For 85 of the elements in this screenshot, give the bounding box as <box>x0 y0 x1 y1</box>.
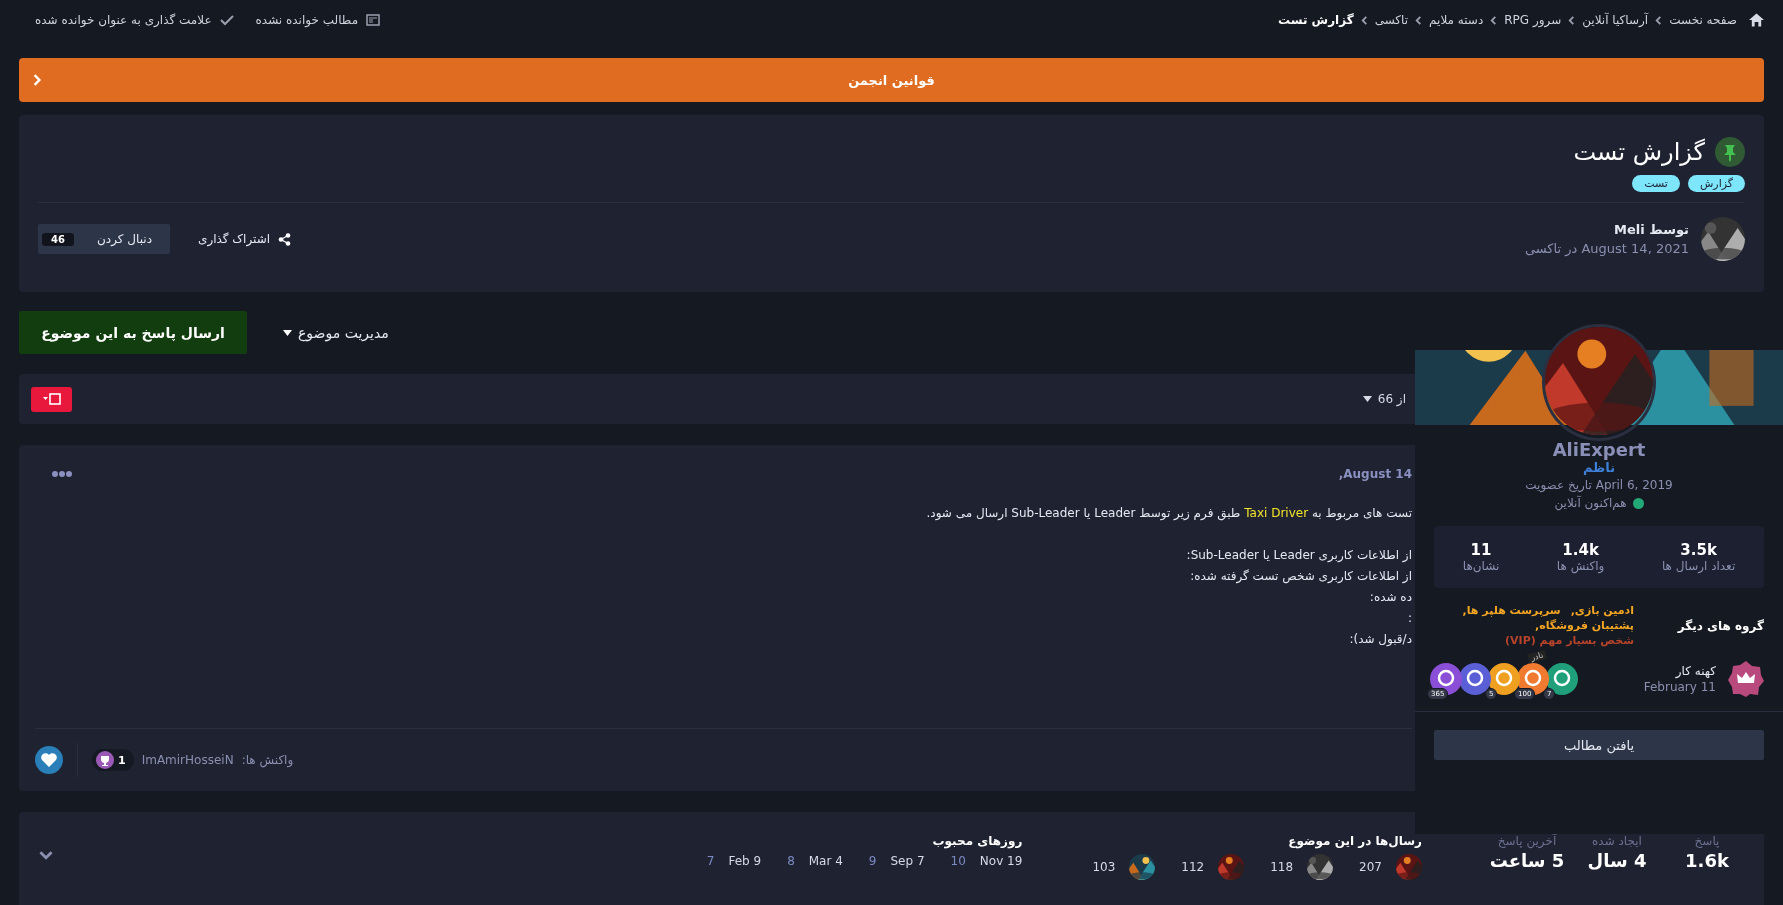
stat-value: 1.4k <box>1562 541 1599 559</box>
breadcrumb-link[interactable]: گزارش تست <box>1278 13 1354 27</box>
checkbox-caret-icon <box>42 393 61 405</box>
toolbar-link[interactable]: مطالب خوانده نشده <box>255 13 359 27</box>
reactor-name[interactable]: ImAmirHosseiN <box>141 753 234 767</box>
rank-date: February 11 <box>1643 680 1716 694</box>
post-text: از اطلاعات کاربری Leader یا Sub-Leader: <box>1185 547 1412 564</box>
profile-role: ناظم <box>1582 460 1616 475</box>
chevron-icon <box>39 848 53 862</box>
chevron-icon <box>1489 15 1499 25</box>
find-content-button[interactable]: یافتن مطالب <box>1434 730 1764 760</box>
post-text: : <box>1406 610 1412 627</box>
reply-button[interactable]: ارسال پاسخ به این موضوع <box>19 311 247 354</box>
stat-value: 5 ساعت <box>1489 850 1565 871</box>
trophy-icon <box>96 751 114 769</box>
day-date[interactable]: Feb 9 <box>728 854 762 868</box>
breadcrumb-link[interactable]: صفحه نخست <box>1669 13 1737 27</box>
chevron-icon <box>1414 15 1424 25</box>
group-name: ادمین بازی, <box>1570 604 1634 617</box>
home-icon[interactable] <box>1749 13 1764 27</box>
moderation-button[interactable] <box>31 386 72 412</box>
checkmark-icon <box>219 14 234 26</box>
post-date: August 14, <box>1338 467 1412 481</box>
post-text: ده شده: <box>1368 589 1412 606</box>
day-date[interactable]: Mar 4 <box>808 854 843 868</box>
topic-title: گزارش تست <box>1573 138 1705 166</box>
group-name: پشتیبان فروشگاه, <box>1534 619 1634 632</box>
share-button[interactable]: اشتراک گذاری <box>192 231 298 247</box>
stat-value: 3.5k <box>1680 541 1717 559</box>
online-status: هم‌اکنون آنلاین <box>1554 496 1627 510</box>
post-count: 103 <box>1092 860 1116 874</box>
share-icon <box>278 232 292 246</box>
day-count: 7 <box>706 854 715 868</box>
stat-label: پاسخ <box>1694 834 1720 848</box>
day-date[interactable]: Sep 7 <box>890 854 925 868</box>
breadcrumb-link[interactable]: آرساکیا آنلاین <box>1582 13 1649 27</box>
more-icon[interactable] <box>51 470 73 478</box>
post-count: 207 <box>1359 860 1382 874</box>
stat-label: ایجاد شده <box>1592 834 1642 848</box>
breadcrumb-link[interactable]: سرور RPG <box>1504 13 1562 27</box>
day-date[interactable]: Nov 19 <box>979 854 1023 868</box>
stat-value: 11 <box>1470 541 1492 559</box>
day-count: 9 <box>868 854 877 868</box>
join-date: April 6, 2019 تاریخ عضویت <box>1525 478 1673 492</box>
crown-icon <box>1728 661 1764 697</box>
toolbar-link[interactable]: علامت گذاری به عنوان خوانده شده <box>35 13 212 27</box>
announcement-title: قوانین انجمن <box>848 72 935 88</box>
day-count: 10 <box>950 854 966 868</box>
day-count: 8 <box>787 854 795 868</box>
group-name: شخص بسیار مهم (VIP) <box>1505 634 1634 647</box>
chevron-icon <box>1567 15 1577 25</box>
section-title: روزهای محبوب <box>931 834 1023 848</box>
stat-label: تعداد ارسال ها <box>1661 559 1736 573</box>
post-count: 112 <box>1181 860 1205 874</box>
rank-title: کهنه کار <box>1674 664 1716 678</box>
reaction-count: 1 <box>92 749 134 771</box>
page-selector[interactable]: از 66 <box>1356 391 1412 407</box>
chevron-icon <box>1359 15 1369 25</box>
newspaper-icon <box>366 14 381 26</box>
follower-count: 46 <box>42 232 74 246</box>
caret-icon <box>283 329 292 336</box>
profile-name[interactable]: AliExpert <box>1552 439 1646 460</box>
post-count: 118 <box>1270 860 1294 874</box>
rare-ribbon: نادر <box>1527 649 1547 664</box>
tag-pill[interactable]: گزارش <box>1687 175 1745 192</box>
breadcrumb-link[interactable]: دسته ملایم <box>1429 13 1484 27</box>
reactions-label: واکنش ها: <box>241 753 294 767</box>
author-name[interactable]: توسط Meli <box>1524 222 1689 237</box>
tag-pill[interactable]: تست <box>1632 175 1680 192</box>
chevron-icon <box>31 74 43 86</box>
post-text: از اطلاعات کاربری شخص تست گرفته شده: <box>1189 568 1412 586</box>
stat-value: 4 سال <box>1587 850 1647 871</box>
stat-label: واکنش ها <box>1556 559 1605 573</box>
topic-meta: August 14, 2021 در تاکسی <box>1524 241 1689 256</box>
breadcrumb-link[interactable]: تاکسی <box>1374 13 1409 27</box>
manage-topic-button[interactable]: مدیریت موضوع <box>277 323 395 342</box>
section-title: رسال‌ها در این موضوع <box>1287 834 1422 848</box>
group-name: سرپرست هلپر ها, <box>1462 604 1561 617</box>
stat-label: آخرین پاسخ <box>1497 834 1557 848</box>
stat-value: 1.6k <box>1685 850 1729 871</box>
chevron-icon <box>1654 15 1664 25</box>
caret-icon <box>1362 396 1372 402</box>
stat-label: نشان‌ها <box>1462 559 1500 573</box>
post-text: د/قبول شد): <box>1348 631 1412 648</box>
groups-label: گروه های دیگر <box>1677 618 1764 633</box>
